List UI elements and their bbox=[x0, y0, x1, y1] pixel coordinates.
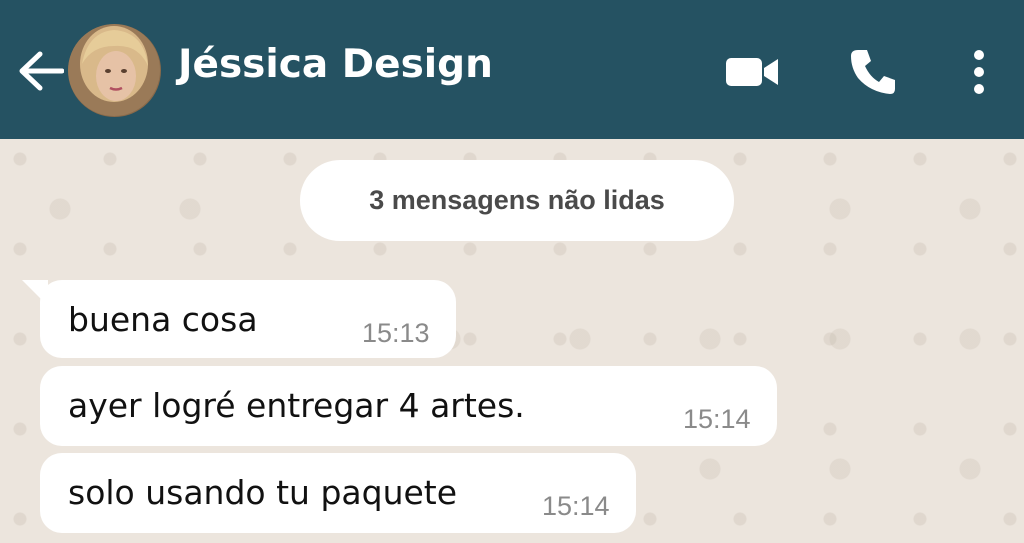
contact-name[interactable]: Jéssica Design bbox=[178, 42, 493, 87]
video-call-icon[interactable] bbox=[724, 52, 780, 92]
message-bubble[interactable]: buena cosa 15:13 bbox=[40, 280, 456, 358]
more-vert-icon[interactable] bbox=[965, 48, 993, 96]
phone-icon[interactable] bbox=[848, 46, 898, 96]
avatar[interactable] bbox=[68, 24, 161, 117]
message-time: 15:14 bbox=[542, 491, 610, 521]
avatar-photo bbox=[68, 24, 160, 116]
message-text: buena cosa bbox=[68, 300, 258, 339]
arrow-back-icon[interactable] bbox=[18, 50, 64, 92]
chat-header: Jéssica Design bbox=[0, 0, 1024, 139]
message-bubble[interactable]: ayer logré entregar 4 artes. 15:14 bbox=[40, 366, 777, 446]
unread-messages-banner: 3 mensagens não lidas bbox=[300, 160, 734, 241]
message-time: 15:14 bbox=[683, 404, 751, 434]
message-text: ayer logré entregar 4 artes. bbox=[68, 386, 525, 425]
message-time: 15:13 bbox=[362, 318, 430, 348]
message-text: solo usando tu paquete bbox=[68, 473, 458, 512]
message-bubble[interactable]: solo usando tu paquete 15:14 bbox=[40, 453, 636, 533]
